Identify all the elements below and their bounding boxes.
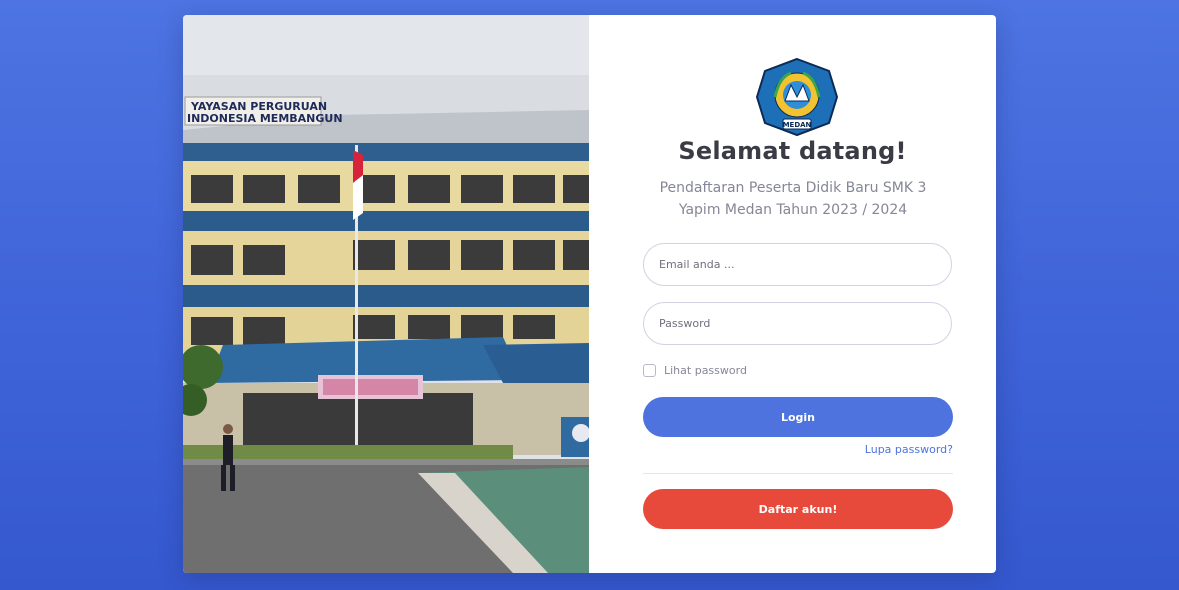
show-password-label[interactable]: Lihat password: [664, 364, 747, 377]
banner-line2: INDONESIA MEMBANGUN: [187, 112, 343, 125]
welcome-title: Selamat datang!: [678, 137, 907, 165]
show-password-checkbox[interactable]: [643, 364, 656, 377]
register-button[interactable]: Daftar akun!: [643, 489, 953, 529]
login-button[interactable]: Login: [643, 397, 953, 437]
login-card: YAYASAN PERGURUAN INDONESIA MEMBANGUN ME…: [183, 15, 996, 573]
school-logo: MEDAN: [755, 57, 839, 137]
login-form-panel: MEDAN Selamat datang! Pendaftaran Pesert…: [589, 15, 996, 573]
show-password-row: Lihat password: [643, 364, 747, 377]
welcome-subtitle: Pendaftaran Peserta Didik Baru SMK 3 Yap…: [659, 180, 927, 218]
email-field[interactable]: [643, 243, 952, 286]
logo-text: MEDAN: [783, 121, 812, 129]
divider: [643, 473, 953, 474]
school-building-photo: YAYASAN PERGURUAN INDONESIA MEMBANGUN: [183, 15, 589, 573]
forgot-password-link[interactable]: Lupa password?: [865, 443, 953, 456]
password-field[interactable]: [643, 302, 952, 345]
